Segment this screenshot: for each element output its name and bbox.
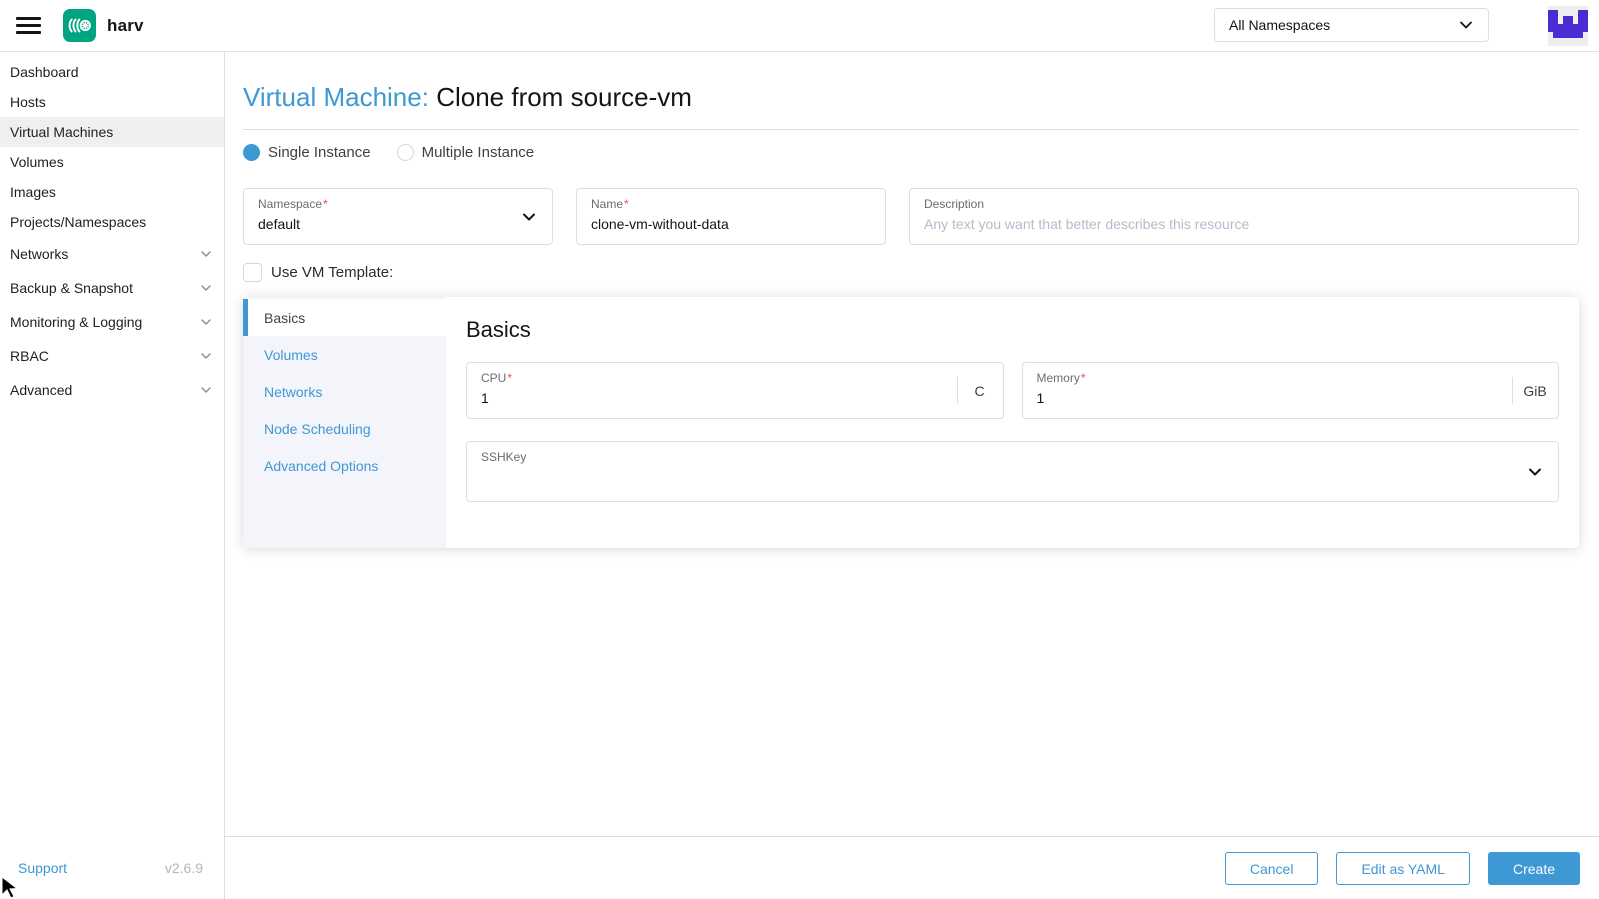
cpu-field[interactable]: CPU* C	[466, 362, 1004, 419]
chevron-down-icon	[520, 208, 538, 226]
sshkey-select[interactable]: SSHKey	[466, 441, 1559, 502]
sidebar-item-label: Monitoring & Logging	[10, 314, 142, 330]
chevron-down-icon	[200, 248, 212, 260]
tab-advanced-options[interactable]: Advanced Options	[243, 447, 446, 484]
sidebar-item-label: Virtual Machines	[10, 124, 113, 140]
harvester-logo-icon	[63, 9, 96, 42]
page-title: Virtual Machine: Clone from source-vm	[243, 82, 1579, 112]
use-vm-template-label: Use VM Template:	[271, 264, 393, 281]
sidebar-item-label: Volumes	[10, 154, 64, 170]
create-button[interactable]: Create	[1488, 852, 1580, 885]
sidebar-item-dashboard[interactable]: Dashboard	[0, 57, 224, 87]
sidebar-item-backup-snapshot[interactable]: Backup & Snapshot	[0, 271, 224, 305]
name-field[interactable]: Name*	[576, 188, 886, 245]
version-label: v2.6.9	[165, 860, 203, 876]
sidebar-item-label: Projects/Namespaces	[10, 214, 146, 230]
basics-panel: Basics CPU* C Memory* GiB SSHKey	[446, 297, 1579, 548]
sidebar-item-label: Images	[10, 184, 56, 200]
radio-single-instance[interactable]: Single Instance	[243, 144, 371, 161]
namespace-value: default	[258, 216, 538, 233]
sidebar-nav: Dashboard Hosts Virtual Machines Volumes…	[0, 51, 225, 899]
field-label: CPU*	[481, 371, 943, 385]
chevron-down-icon	[1458, 17, 1474, 33]
sidebar-item-volumes[interactable]: Volumes	[0, 147, 224, 177]
title-divider	[243, 129, 1579, 130]
vm-config-card: Basics Volumes Networks Node Scheduling …	[243, 297, 1579, 548]
sidebar-item-hosts[interactable]: Hosts	[0, 87, 224, 117]
instance-type-radio-group: Single Instance Multiple Instance	[243, 143, 1579, 161]
description-field[interactable]: Description	[909, 188, 1579, 245]
memory-field[interactable]: Memory* GiB	[1022, 362, 1560, 419]
memory-input[interactable]	[1037, 390, 1499, 406]
sidebar-item-images[interactable]: Images	[0, 177, 224, 207]
checkbox-unchecked-icon[interactable]	[243, 263, 262, 282]
radio-unselected-icon	[397, 144, 414, 161]
sidebar-item-projects-namespaces[interactable]: Projects/Namespaces	[0, 207, 224, 237]
sidebar-item-label: Backup & Snapshot	[10, 280, 133, 296]
radio-selected-icon	[243, 144, 260, 161]
field-label: Namespace*	[258, 197, 538, 211]
chevron-down-icon	[200, 384, 212, 396]
sidebar-item-label: RBAC	[10, 348, 49, 364]
namespace-filter-dropdown[interactable]: All Namespaces	[1214, 8, 1489, 42]
sidebar-item-networks[interactable]: Networks	[0, 237, 224, 271]
name-input[interactable]	[591, 216, 871, 232]
chevron-down-icon	[200, 350, 212, 362]
brand-name: harv	[107, 16, 144, 36]
edit-as-yaml-button[interactable]: Edit as YAML	[1336, 852, 1470, 885]
main-content: Virtual Machine: Clone from source-vm Si…	[225, 51, 1599, 899]
field-label: Description	[924, 197, 1564, 211]
field-label: SSHKey	[481, 450, 1544, 464]
action-footer: Cancel Edit as YAML Create	[225, 836, 1599, 899]
chevron-down-icon	[200, 316, 212, 328]
sidebar-item-label: Dashboard	[10, 64, 79, 80]
tab-networks[interactable]: Networks	[243, 373, 446, 410]
sidebar-item-label: Advanced	[10, 382, 72, 398]
sidebar-item-advanced[interactable]: Advanced	[0, 373, 224, 407]
sidebar-item-label: Hosts	[10, 94, 46, 110]
memory-unit-label: GiB	[1512, 363, 1558, 418]
tab-node-scheduling[interactable]: Node Scheduling	[243, 410, 446, 447]
cpu-unit-label: C	[957, 363, 1003, 418]
config-tab-rail: Basics Volumes Networks Node Scheduling …	[243, 297, 446, 548]
sidebar-item-monitoring-logging[interactable]: Monitoring & Logging	[0, 305, 224, 339]
namespace-select[interactable]: Namespace* default	[243, 188, 553, 245]
tab-basics[interactable]: Basics	[243, 299, 446, 336]
sidebar-item-virtual-machines[interactable]: Virtual Machines	[0, 117, 224, 147]
chevron-down-icon	[1526, 463, 1544, 481]
namespace-filter-value: All Namespaces	[1229, 17, 1330, 33]
use-vm-template-checkbox-row[interactable]: Use VM Template:	[243, 263, 1579, 282]
panel-heading: Basics	[466, 317, 1559, 343]
cpu-input[interactable]	[481, 390, 943, 406]
radio-label: Multiple Instance	[422, 144, 535, 161]
radio-label: Single Instance	[268, 144, 371, 161]
user-avatar[interactable]	[1548, 6, 1588, 46]
field-label: Name*	[591, 197, 871, 211]
cancel-button[interactable]: Cancel	[1225, 852, 1319, 885]
tab-volumes[interactable]: Volumes	[243, 336, 446, 373]
top-header: harv All Namespaces	[0, 0, 1599, 52]
sidebar-item-rbac[interactable]: RBAC	[0, 339, 224, 373]
page-title-resource-type: Virtual Machine:	[243, 82, 429, 112]
support-link[interactable]: Support	[18, 860, 67, 876]
sidebar-item-label: Networks	[10, 246, 68, 262]
radio-multiple-instance[interactable]: Multiple Instance	[397, 144, 535, 161]
hamburger-menu-icon[interactable]	[16, 17, 41, 34]
chevron-down-icon	[200, 282, 212, 294]
description-input[interactable]	[924, 216, 1564, 232]
mouse-cursor	[0, 875, 20, 899]
field-label: Memory*	[1037, 371, 1499, 385]
page-title-action: Clone from source-vm	[436, 82, 692, 112]
